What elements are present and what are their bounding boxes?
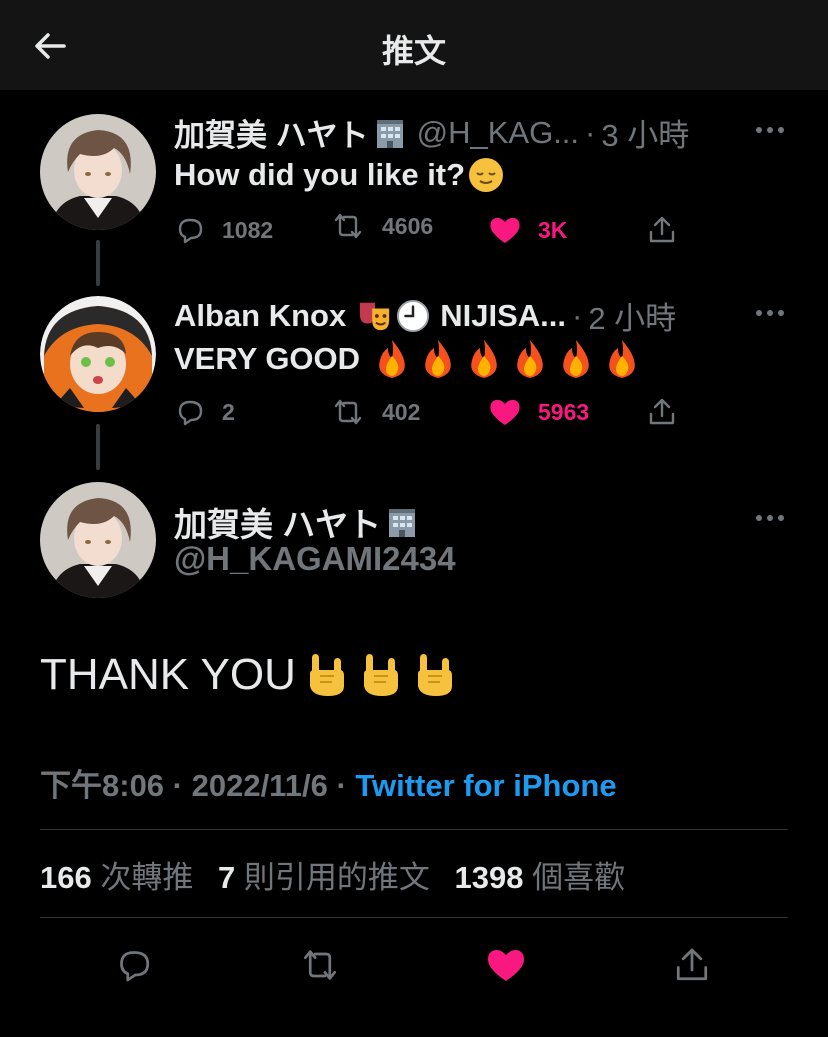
main-tweet-actions bbox=[0, 942, 828, 988]
reply-button[interactable]: 2 bbox=[174, 392, 235, 432]
share-button[interactable] bbox=[646, 392, 678, 432]
sign-of-the-horns-icon bbox=[417, 654, 452, 696]
tweet-time[interactable]: 2 小時 bbox=[588, 293, 676, 338]
tweet-text: How did you like it? bbox=[174, 156, 505, 194]
avatar[interactable] bbox=[40, 114, 156, 230]
retweet-button[interactable]: 402 bbox=[330, 392, 420, 432]
share-icon bbox=[676, 948, 708, 981]
page-title: 推文 bbox=[381, 33, 446, 69]
fire-emoji-row bbox=[372, 338, 648, 380]
tweet-metadata: 下午8:06 · 2022/11/6 · Twitter for iPhone bbox=[40, 768, 617, 803]
retweet-button[interactable] bbox=[297, 942, 343, 988]
more-options-icon[interactable] bbox=[752, 508, 788, 528]
author-handle[interactable]: @H_KAG... bbox=[417, 115, 579, 151]
like-button[interactable] bbox=[483, 942, 529, 988]
like-button[interactable]: 3K bbox=[488, 210, 567, 250]
sign-of-the-horns-icon bbox=[309, 654, 344, 696]
fire-icon bbox=[609, 340, 635, 378]
retweet-icon bbox=[334, 399, 362, 425]
heart-icon bbox=[488, 950, 524, 982]
retweet-button[interactable]: 4606 bbox=[330, 206, 433, 246]
share-button[interactable] bbox=[669, 942, 715, 988]
fire-icon bbox=[471, 340, 497, 378]
tweet-stats: 166 次轉推 7 則引用的推文 1398 個喜歡 bbox=[40, 852, 641, 897]
tweet-actions: 2 402 5963 bbox=[174, 392, 694, 432]
author-name-suffix[interactable]: NIJISA... bbox=[440, 298, 566, 334]
author-name[interactable]: 加賀美 ハヤト bbox=[174, 110, 369, 155]
reply-icon bbox=[178, 400, 203, 426]
share-icon bbox=[649, 216, 675, 243]
heart-icon bbox=[490, 217, 520, 243]
tweet-text: VERY GOOD bbox=[174, 338, 648, 380]
reply-icon bbox=[178, 218, 203, 244]
tweet-actions: 1082 4606 3K bbox=[174, 210, 694, 250]
quotes-stat[interactable]: 7 則引用的推文 bbox=[218, 860, 430, 895]
retweets-stat[interactable]: 166 次轉推 bbox=[40, 860, 193, 895]
tweet-source-link[interactable]: Twitter for iPhone bbox=[355, 768, 616, 803]
sign-of-the-horns-icon bbox=[363, 654, 398, 696]
heart-icon bbox=[490, 399, 520, 425]
share-icon bbox=[649, 398, 675, 425]
main-author-name[interactable]: 加賀美 ハヤト bbox=[174, 498, 419, 546]
more-options-icon[interactable] bbox=[752, 303, 788, 323]
divider bbox=[40, 917, 788, 918]
reply-button[interactable]: 1082 bbox=[174, 210, 273, 250]
top-bar: 推文 bbox=[0, 0, 828, 90]
office-building-icon bbox=[385, 505, 419, 539]
fire-icon bbox=[379, 340, 405, 378]
office-building-icon bbox=[373, 116, 407, 150]
clock-icon bbox=[397, 299, 430, 332]
author-name[interactable]: Alban Knox bbox=[174, 298, 346, 334]
more-options-icon[interactable] bbox=[752, 120, 788, 140]
retweet-icon bbox=[303, 950, 337, 980]
tweet-author-line: 加賀美 ハヤト @H_KAG... · 3 小時 bbox=[174, 110, 689, 155]
tweet-author-line: Alban Knox NIJISA... · 2 小時 bbox=[174, 293, 676, 338]
fire-icon bbox=[425, 340, 451, 378]
divider bbox=[40, 829, 788, 830]
tweet-time[interactable]: 3 小時 bbox=[601, 110, 689, 155]
main-tweet-text: THANK YOU bbox=[40, 650, 466, 700]
share-button[interactable] bbox=[646, 210, 678, 250]
likes-stat[interactable]: 1398 個喜歡 bbox=[454, 860, 625, 895]
performing-arts-icon bbox=[360, 302, 390, 330]
reply-button[interactable] bbox=[111, 942, 157, 988]
avatar[interactable] bbox=[40, 296, 156, 412]
retweet-icon bbox=[334, 213, 362, 239]
thread-connector bbox=[96, 240, 100, 286]
tweet-date: 2022/11/6 bbox=[191, 768, 328, 803]
avatar[interactable] bbox=[40, 482, 156, 598]
like-button[interactable]: 5963 bbox=[488, 392, 589, 432]
main-author-handle[interactable]: @H_KAGAMI2434 bbox=[174, 540, 456, 578]
horns-emoji-row bbox=[304, 650, 466, 700]
thread-connector bbox=[96, 424, 100, 470]
fire-icon bbox=[563, 340, 589, 378]
reply-icon bbox=[120, 951, 150, 982]
relieved-face-icon bbox=[469, 158, 504, 192]
fire-icon bbox=[517, 340, 543, 378]
tweet-time: 下午8:06 bbox=[40, 768, 165, 803]
